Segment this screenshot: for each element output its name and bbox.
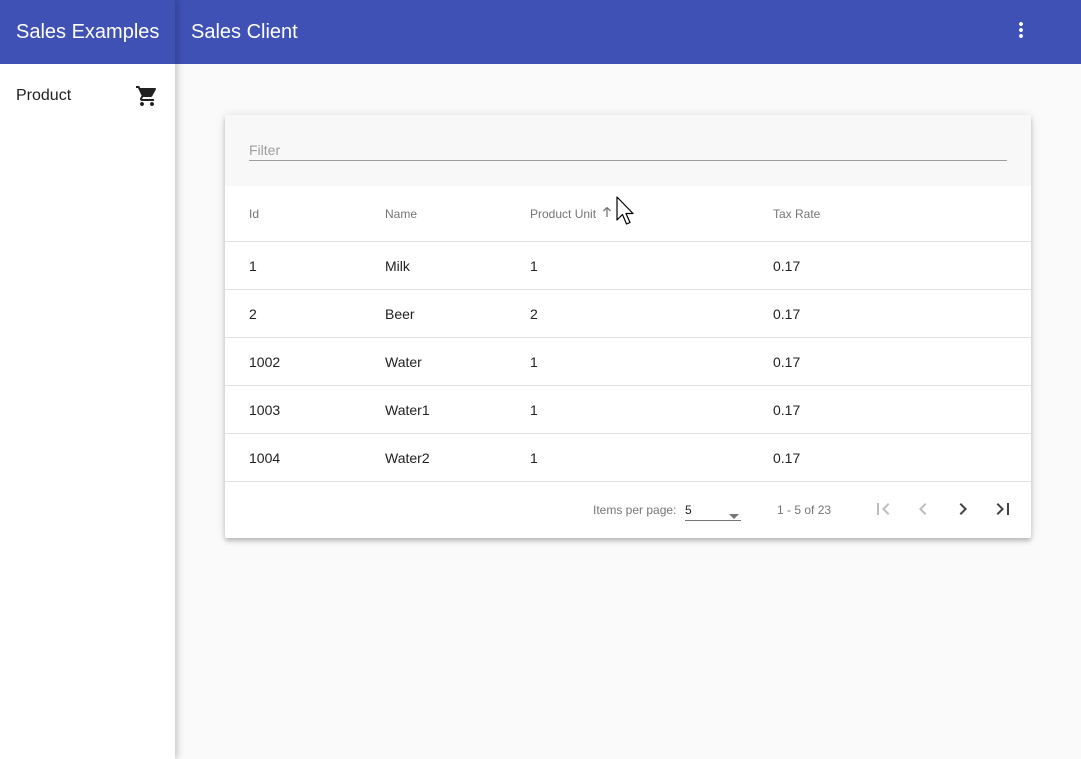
cell-name: Water1 [385, 401, 430, 418]
cell-product-unit: 1 [530, 449, 538, 466]
cell-product-unit: 1 [530, 401, 538, 418]
cell-name: Water2 [385, 449, 430, 466]
column-header-label: Tax Rate [773, 206, 821, 221]
app-toolbar: Sales Client [175, 0, 1081, 64]
column-header-label: Product Unit [530, 206, 597, 221]
mouse-cursor-icon [616, 196, 636, 233]
cell-id: 1004 [249, 449, 281, 466]
last-page-icon [991, 497, 1015, 524]
table-row[interactable]: 1 Milk 1 0.17 [225, 242, 1031, 290]
cell-name: Water [385, 353, 422, 370]
cell-name: Beer [385, 305, 415, 322]
cell-tax-rate: 0.17 [773, 449, 801, 466]
previous-page-button[interactable] [911, 498, 935, 522]
cell-product-unit: 1 [530, 353, 538, 370]
shopping-cart-icon [135, 84, 159, 108]
products-card: Id Name Product Unit Tax Rate 1 Milk 1 0… [225, 115, 1031, 538]
last-page-button[interactable] [991, 498, 1015, 522]
page-range-label: 1 - 5 of 23 [777, 503, 832, 517]
cell-tax-rate: 0.17 [773, 401, 801, 418]
cell-tax-rate: 0.17 [773, 353, 801, 370]
column-header-id[interactable]: Id [225, 207, 385, 221]
cell-tax-rate: 0.17 [773, 257, 801, 274]
table-row[interactable]: 2 Beer 2 0.17 [225, 290, 1031, 338]
next-page-button[interactable] [951, 498, 975, 522]
column-header-tax-rate[interactable]: Tax Rate [773, 207, 1031, 221]
cell-id: 2 [249, 305, 257, 322]
chevron-left-icon [911, 497, 935, 524]
first-page-icon [871, 497, 895, 524]
table-row[interactable]: 1003 Water1 1 0.17 [225, 386, 1031, 434]
sidenav: Sales Examples Product [0, 0, 175, 759]
page-size-value: 5 [685, 503, 692, 517]
cell-id: 1 [249, 257, 257, 274]
chevron-right-icon [951, 497, 975, 524]
paginator: Items per page: 5 1 - 5 of 23 [225, 482, 1031, 538]
cell-id: 1003 [249, 401, 281, 418]
filter-input[interactable] [249, 139, 1007, 161]
page-title: Sales Client [191, 20, 298, 43]
cell-product-unit: 1 [530, 257, 538, 274]
sidenav-title: Sales Examples [16, 20, 160, 43]
column-header-label: Id [249, 206, 260, 221]
more-vert-icon [1009, 18, 1033, 47]
more-menu-button[interactable] [1009, 20, 1033, 44]
column-header-product-unit[interactable]: Product Unit [530, 206, 773, 221]
column-header-label: Name [385, 206, 418, 221]
cell-id: 1002 [249, 353, 281, 370]
sidebar-item-product[interactable]: Product [0, 64, 175, 128]
cell-product-unit: 2 [530, 305, 538, 322]
items-per-page-label: Items per page: [593, 503, 677, 517]
table-row[interactable]: 1002 Water 1 0.17 [225, 338, 1031, 386]
column-header-name[interactable]: Name [385, 207, 530, 221]
cell-name: Milk [385, 257, 410, 274]
filter-container [225, 115, 1031, 186]
sort-arrow-up-icon [601, 206, 613, 221]
cell-tax-rate: 0.17 [773, 305, 801, 322]
sidebar-item-label: Product [16, 87, 72, 104]
sidenav-header: Sales Examples [0, 0, 175, 64]
table-row[interactable]: 1004 Water2 1 0.17 [225, 434, 1031, 482]
page-size-select[interactable]: 5 [685, 502, 741, 521]
first-page-button[interactable] [871, 498, 895, 522]
dropdown-arrow-icon [729, 508, 739, 522]
